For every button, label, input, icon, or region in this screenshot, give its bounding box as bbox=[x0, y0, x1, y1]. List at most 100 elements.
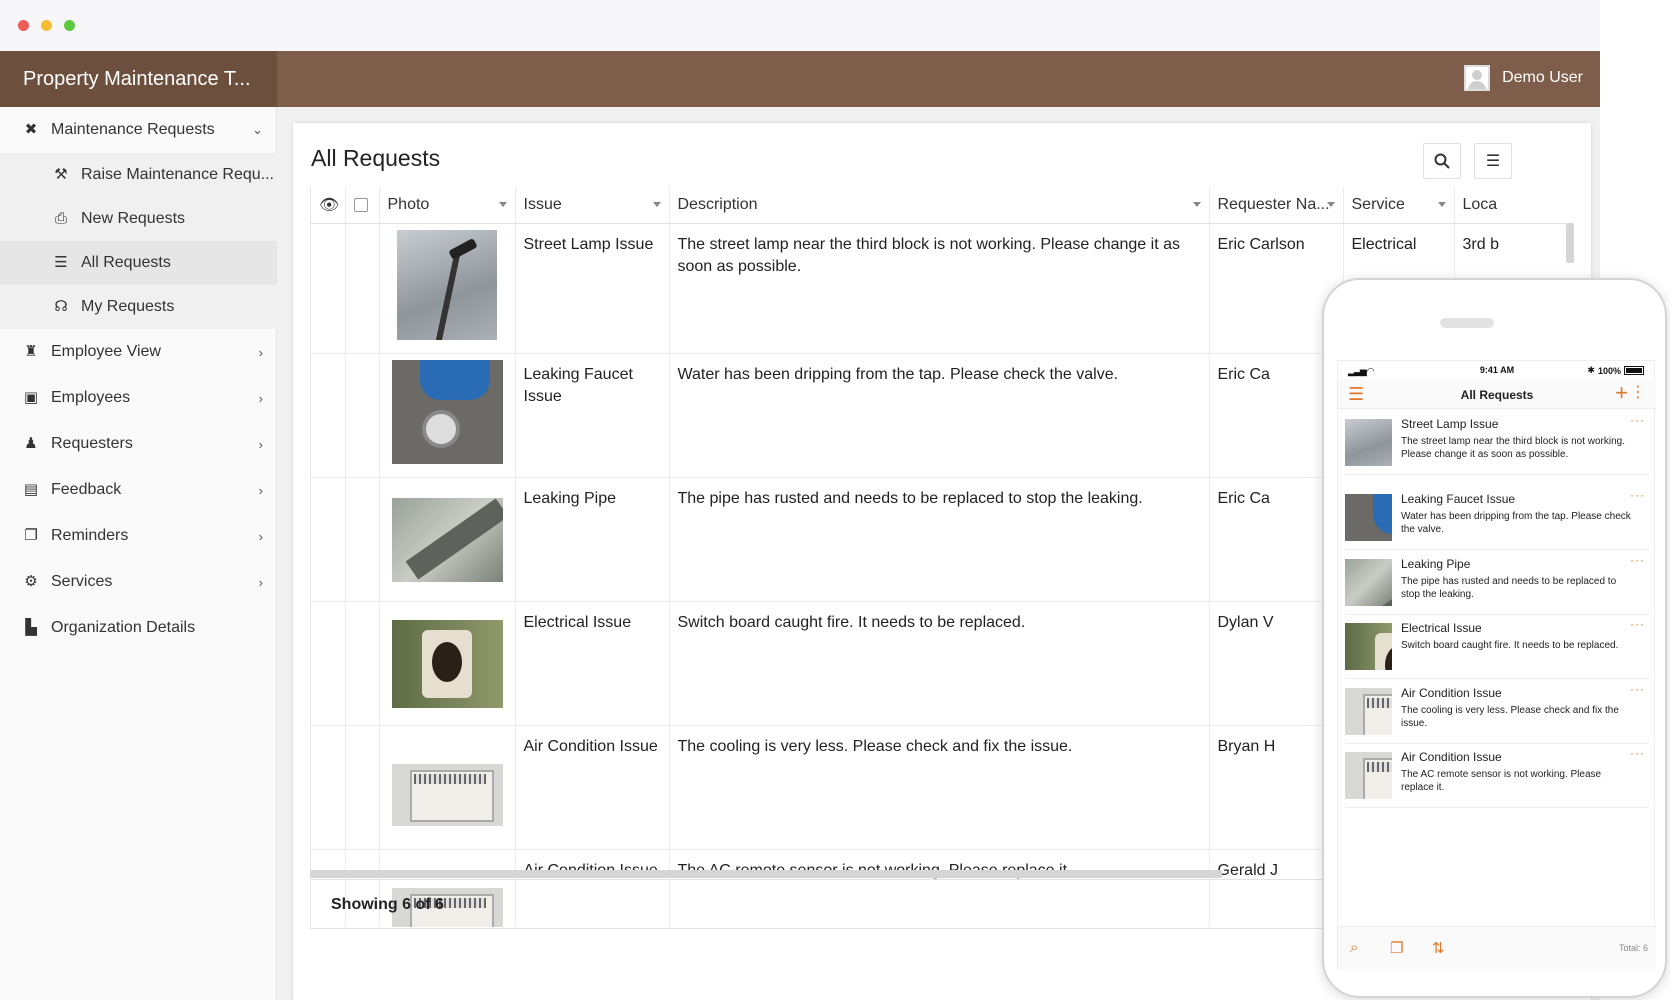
chevron-right-icon: › bbox=[258, 482, 263, 498]
list-item-description: The cooling is very less. Please check a… bbox=[1401, 705, 1619, 729]
user-menu[interactable]: Demo User bbox=[1464, 63, 1583, 93]
photo-cell[interactable] bbox=[379, 601, 516, 726]
sidebar-item-my-requests[interactable]: ☊ My Requests bbox=[0, 285, 277, 329]
search-button[interactable] bbox=[1423, 143, 1461, 179]
row-checkbox-cell[interactable] bbox=[345, 353, 380, 478]
column-header-issue[interactable]: Issue bbox=[515, 187, 670, 224]
more-horizontal-icon[interactable]: ··· bbox=[1630, 553, 1645, 567]
select-all-checkbox-cell[interactable] bbox=[345, 187, 380, 224]
sidebar-item-raise-maintenance-request[interactable]: ⚒ Raise Maintenance Requ... bbox=[0, 153, 277, 197]
sidebar-item-label: Employees bbox=[51, 389, 131, 406]
photo-cell[interactable] bbox=[379, 353, 516, 478]
more-horizontal-icon[interactable]: ··· bbox=[1630, 413, 1645, 427]
more-horizontal-icon[interactable]: ··· bbox=[1630, 682, 1645, 696]
column-header-service[interactable]: Service bbox=[1343, 187, 1455, 224]
row-visibility-cell bbox=[311, 725, 346, 850]
row-visibility-cell bbox=[311, 601, 346, 726]
vertical-scrollbar[interactable] bbox=[1566, 223, 1574, 263]
photo-cell[interactable] bbox=[379, 725, 516, 850]
mobile-device-preview: ▂▃▅ ◠ 9:41 AM ✱ 100% ☰ All Requests + ⋮ S… bbox=[1322, 278, 1667, 998]
street-lamp-photo[interactable] bbox=[397, 229, 497, 340]
sidebar-item-label: New Requests bbox=[81, 210, 186, 227]
sidebar-item-label: Maintenance Requests bbox=[51, 121, 215, 138]
sort-icon[interactable]: ⇅ bbox=[1432, 939, 1445, 957]
sidebar-item-feedback[interactable]: ▤ Feedback › bbox=[0, 467, 277, 513]
sidebar-item-all-requests[interactable]: ☰ All Requests bbox=[0, 241, 277, 285]
list-item[interactable]: Leaking Pipe The pipe has rusted and nee… bbox=[1345, 551, 1649, 615]
row-checkbox-cell[interactable] bbox=[345, 223, 380, 354]
column-header-label: Loca bbox=[1462, 195, 1498, 213]
air-conditioner-photo bbox=[1345, 688, 1392, 735]
issue-cell: Leaking Pipe bbox=[515, 477, 670, 602]
sort-caret-icon[interactable] bbox=[498, 202, 507, 207]
sidebar-item-maintenance-requests[interactable]: ✖ Maintenance Requests ⌄ bbox=[0, 107, 277, 153]
sidebar-item-label: Employee View bbox=[51, 343, 161, 360]
tools-icon: ✖ bbox=[24, 121, 38, 138]
list-item[interactable]: Air Condition Issue The cooling is very … bbox=[1345, 680, 1649, 744]
photo-cell[interactable] bbox=[379, 477, 516, 602]
photo-cell[interactable] bbox=[379, 223, 516, 354]
close-window-button[interactable] bbox=[18, 20, 29, 31]
sort-caret-icon[interactable] bbox=[1192, 202, 1201, 207]
column-header-photo[interactable]: Photo bbox=[379, 187, 516, 224]
sidebar-item-employee-view[interactable]: ♜ Employee View › bbox=[0, 329, 277, 375]
maximize-window-button[interactable] bbox=[64, 20, 75, 31]
sidebar-item-services[interactable]: ⚙ Services › bbox=[0, 559, 277, 605]
leaking-pipe-photo[interactable] bbox=[391, 497, 503, 582]
description-cell: The street lamp near the third block is … bbox=[669, 223, 1210, 354]
list-item-description: Switch board caught fire. It needs to be… bbox=[1401, 640, 1619, 651]
mobile-total-count: Total: 6 bbox=[1618, 943, 1648, 953]
list-item-description: Water has been dripping from the tap. Pl… bbox=[1401, 511, 1631, 535]
air-conditioner-photo[interactable] bbox=[391, 763, 503, 826]
list-item[interactable]: Street Lamp Issue The street lamp near t… bbox=[1345, 411, 1649, 475]
issue-cell: Air Condition Issue bbox=[515, 725, 670, 850]
column-header-description[interactable]: Description bbox=[669, 187, 1210, 224]
minimize-window-button[interactable] bbox=[41, 20, 52, 31]
sidebar-item-requesters[interactable]: ♟ Requesters › bbox=[0, 421, 277, 467]
avatar[interactable] bbox=[1464, 65, 1491, 91]
more-horizontal-icon[interactable]: ··· bbox=[1630, 617, 1645, 631]
add-icon[interactable]: + bbox=[1615, 382, 1628, 404]
sort-caret-icon[interactable] bbox=[1437, 202, 1446, 207]
issue-cell: Electrical Issue bbox=[515, 601, 670, 726]
row-visibility-cell bbox=[311, 223, 346, 354]
leaking-faucet-photo[interactable] bbox=[391, 359, 503, 464]
gear-icon: ⚙ bbox=[24, 573, 38, 590]
sidebar-item-organization-details[interactable]: ▙ Organization Details bbox=[0, 605, 277, 651]
list-item[interactable]: Air Condition Issue The AC remote sensor… bbox=[1345, 744, 1649, 808]
app-header: Property Maintenance T... Demo User bbox=[0, 51, 1600, 107]
hammer-icon: ⚒ bbox=[54, 166, 68, 183]
description-cell: Water has been dripping from the tap. Pl… bbox=[669, 353, 1210, 478]
menu-button[interactable]: ☰ bbox=[1474, 143, 1512, 179]
row-checkbox-cell[interactable] bbox=[345, 477, 380, 602]
horizontal-scrollbar[interactable] bbox=[310, 870, 1222, 878]
column-header-requester-name[interactable]: Requester Na... bbox=[1209, 187, 1344, 224]
more-horizontal-icon[interactable]: ··· bbox=[1630, 746, 1645, 760]
leaking-faucet-photo bbox=[1345, 494, 1392, 541]
sidebar-item-label: Requesters bbox=[51, 435, 133, 452]
more-horizontal-icon[interactable]: ··· bbox=[1630, 488, 1645, 502]
copy-icon: ❐ bbox=[24, 527, 38, 544]
list-item[interactable]: Electrical Issue Switch board caught fir… bbox=[1345, 615, 1649, 679]
list-item-title: Air Condition Issue bbox=[1401, 750, 1502, 764]
select-all-checkbox[interactable] bbox=[353, 197, 368, 212]
sort-caret-icon[interactable] bbox=[652, 202, 661, 207]
sort-caret-icon[interactable] bbox=[1326, 202, 1335, 207]
app-title[interactable]: Property Maintenance T... bbox=[0, 51, 277, 107]
column-visibility-toggle[interactable]: 👁 bbox=[311, 187, 346, 224]
sidebar-item-employees[interactable]: ▣ Employees › bbox=[0, 375, 277, 421]
row-checkbox-cell[interactable] bbox=[345, 601, 380, 726]
more-vertical-icon[interactable]: ⋮ bbox=[1630, 383, 1646, 403]
search-icon[interactable]: ⌕ bbox=[1350, 939, 1358, 956]
people-icon: ♟ bbox=[24, 435, 38, 452]
search-icon bbox=[1434, 153, 1450, 169]
column-header-location[interactable]: Loca bbox=[1454, 187, 1566, 224]
sidebar-item-new-requests[interactable]: ⎙ New Requests bbox=[0, 197, 277, 241]
list-item[interactable]: Leaking Faucet Issue Water has been drip… bbox=[1345, 486, 1649, 550]
copy-icon[interactable]: ❐ bbox=[1390, 939, 1403, 957]
row-checkbox-cell[interactable] bbox=[345, 725, 380, 850]
list-item-title: Air Condition Issue bbox=[1401, 686, 1502, 700]
electrical-outlet-photo[interactable] bbox=[391, 619, 503, 708]
page-title: All Requests bbox=[311, 145, 441, 171]
sidebar-item-reminders[interactable]: ❐ Reminders › bbox=[0, 513, 277, 559]
